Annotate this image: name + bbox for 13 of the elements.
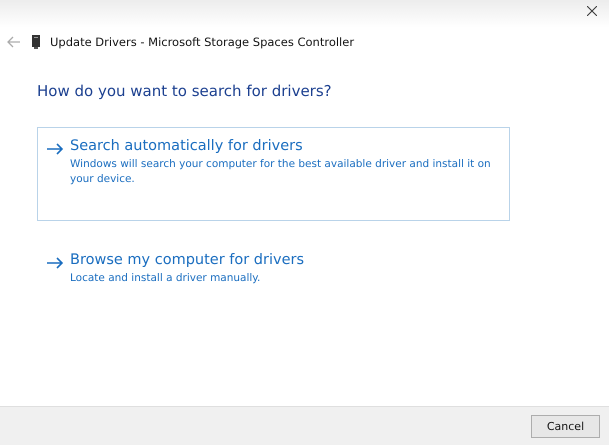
- device-icon: [32, 35, 40, 49]
- window-title: Update Drivers - Microsoft Storage Spaces Controller: [50, 35, 354, 49]
- option-link[interactable]: Search automatically for drivers Windows will search your computer for the best available driver and install it on your device.: [37, 127, 510, 221]
- arrow-icon: [46, 257, 64, 269]
- cancel-button[interactable]: Cancel: [531, 414, 600, 438]
- option-description: Windows will search your computer for the best available driver and install it on your device.: [70, 157, 492, 187]
- close-icon: [587, 6, 597, 16]
- arrow-icon: [46, 143, 64, 155]
- option-title: Browse my computer for drivers: [70, 252, 304, 268]
- page-heading: How do you want to search for drivers?: [37, 82, 333, 100]
- option-title: Search automatically for drivers: [70, 138, 304, 154]
- option-link[interactable]: Browse my computer for drivers Locate and install a driver manually.: [37, 241, 510, 297]
- option-description: Locate and install a driver manually.: [70, 271, 262, 286]
